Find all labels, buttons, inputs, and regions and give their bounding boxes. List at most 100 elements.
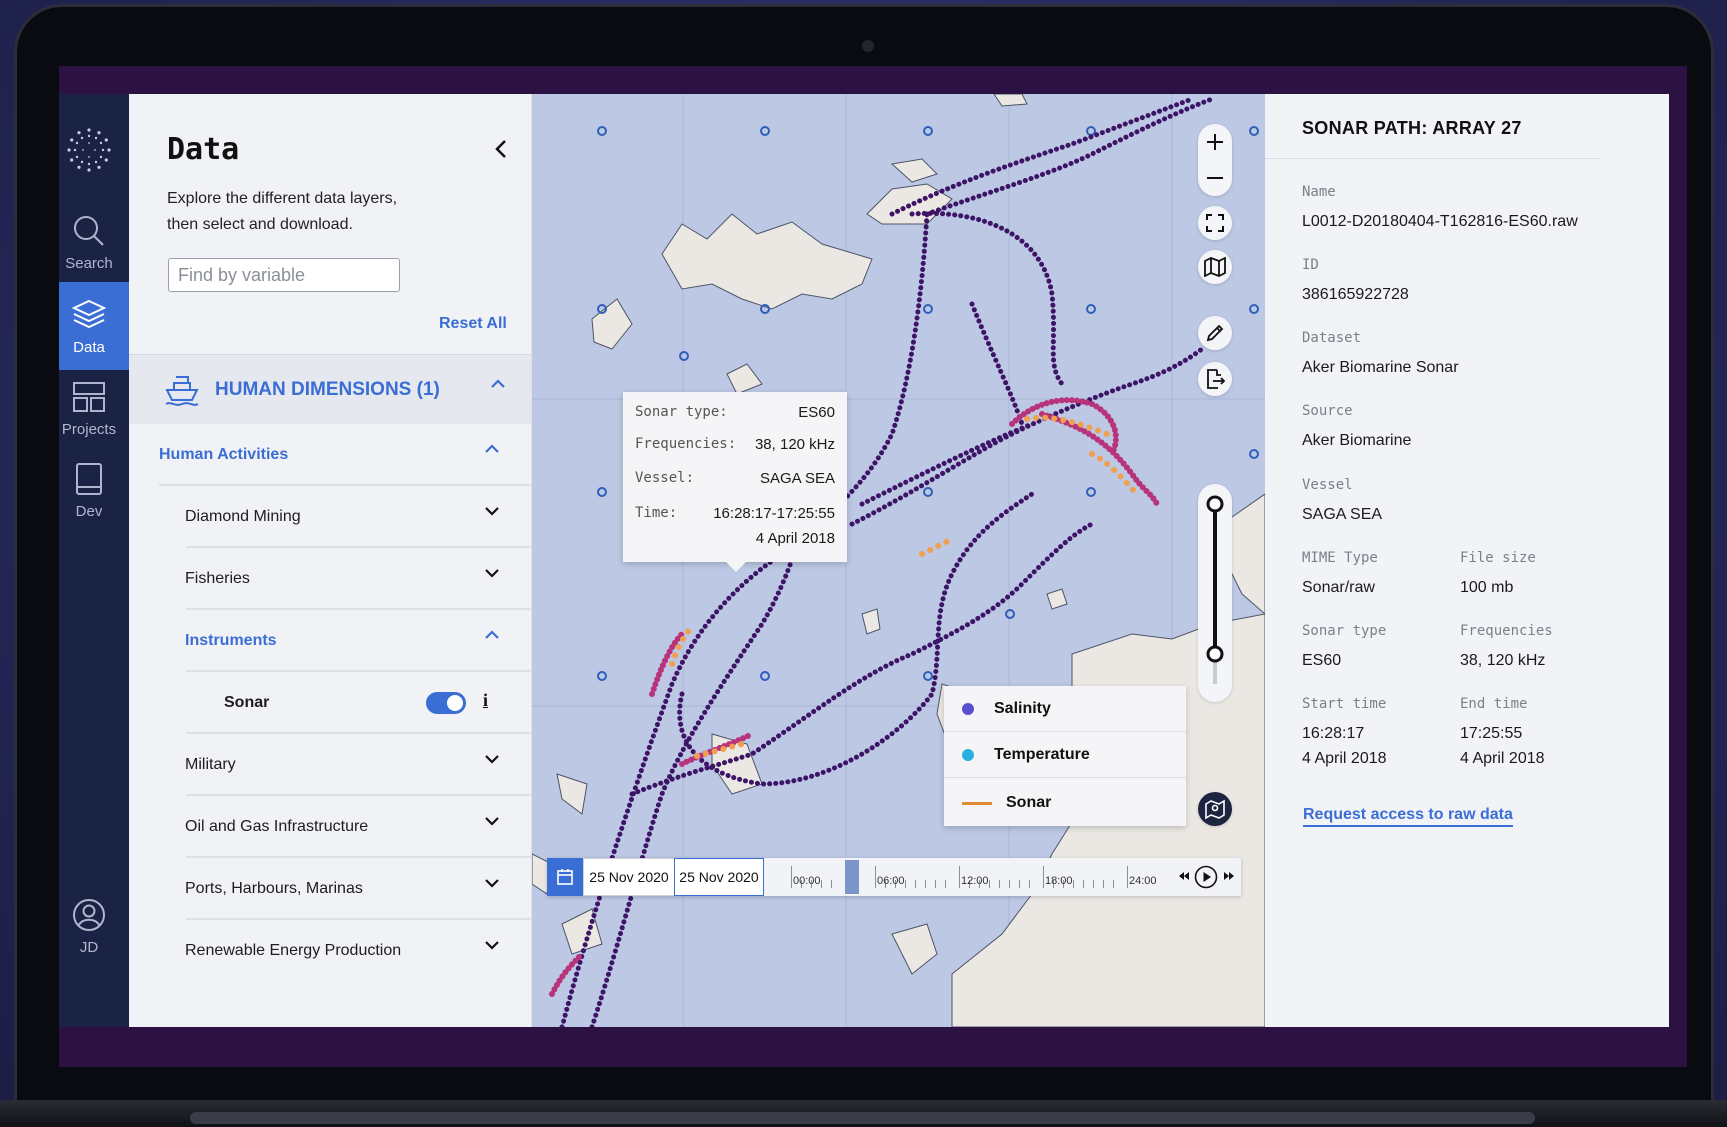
pencil-icon [1206,324,1224,342]
field-value: Aker Biomarine Sonar [1302,359,1459,376]
field-value: L0012-D20180404-T162816-ES60.raw [1302,213,1578,230]
variable-search-input[interactable] [168,258,400,292]
category-diamond-mining[interactable]: Diamond Mining [129,486,531,548]
legend-item-sonar[interactable]: Sonar [944,780,1186,826]
fast-forward-icon[interactable] [1222,869,1236,883]
category-human-activities[interactable]: Human Activities [129,424,531,486]
category-oil-gas[interactable]: Oil and Gas Infrastructure [129,796,531,858]
tooltip-key: Time: [635,505,678,521]
category-military[interactable]: Military [129,734,531,796]
field-end-time: End time 17:25:55 4 April 2018 [1460,696,1545,771]
request-access-link[interactable]: Request access to raw data [1303,806,1513,827]
field-sonar-type: Sonar type ES60 [1302,623,1386,673]
chevron-down-icon [485,569,499,578]
draw-button[interactable] [1198,316,1232,350]
category-fisheries[interactable]: Fisheries [129,548,531,610]
sonar-tooltip: Sonar type: ES60 Frequencies: 38, 120 kHz … [623,392,847,572]
legend-label: Sonar [1006,794,1052,811]
calendar-button[interactable] [547,858,583,896]
ship-icon [165,375,199,406]
category-renewable[interactable]: Renewable Energy Production [129,920,531,982]
calendar-icon [557,869,573,885]
field-label: Dataset [1302,330,1362,346]
salinity-swatch [962,702,974,715]
category-label: Fisheries [185,570,250,587]
depth-slider[interactable] [1198,484,1232,702]
tooltip-value: 38, 120 kHz [754,436,835,453]
depth-slider-track[interactable] [1198,484,1232,702]
category-instruments[interactable]: Instruments [129,610,531,672]
info-icon[interactable]: i [483,690,488,711]
map-legend: Salinity Temperature Sonar [944,686,1186,826]
category-label: Military [185,756,236,773]
field-value: 16:28:17 [1302,725,1365,742]
divider [1265,158,1599,159]
collapse-panel-button[interactable] [486,134,516,164]
legend-item-salinity[interactable]: Salinity [944,686,1186,732]
field-label: MIME Type [1302,550,1378,566]
timeline-hour-label: 00:00 [793,875,821,887]
camera-dot [862,40,874,52]
export-icon [1207,369,1226,389]
legend-label: Temperature [994,745,1090,763]
book-icon [76,462,102,495]
nav-user[interactable]: JD [59,882,129,970]
field-value: 17:25:55 [1460,725,1523,742]
chevron-down-icon [485,817,499,826]
nav-dev[interactable]: Dev [59,446,129,534]
field-source: Source Aker Biomarine [1302,403,1411,453]
export-button[interactable] [1198,362,1232,396]
legend-label: Salinity [994,699,1051,717]
timeline-selection[interactable] [845,860,859,894]
field-label: Frequencies [1460,623,1553,639]
end-date-field[interactable]: 25 Nov 2020 [674,858,764,896]
tooltip-value: 16:28:17-17:25:55 [713,505,835,522]
category-label: Oil and Gas Infrastructure [185,818,369,835]
sonar-toggle[interactable] [426,692,466,714]
field-label: End time [1460,696,1528,712]
tooltip-value: 4 April 2018 [755,530,835,547]
chevron-up-icon [485,444,499,453]
category-ports[interactable]: Ports, Harbours, Marinas [129,858,531,920]
app-logo [67,128,111,172]
tooltip-value: ES60 [798,404,835,421]
fullscreen-icon [1206,214,1224,232]
nav-search[interactable]: Search [59,198,129,286]
nav-search-label: Search [65,254,113,272]
field-label: Vessel [1302,477,1353,493]
section-human-dimensions[interactable]: HUMAN DIMENSIONS (1) [129,354,531,424]
basemap-button[interactable] [1198,250,1232,284]
zoom-controls [1198,124,1232,196]
nav-projects[interactable]: Projects [59,364,129,452]
chevron-down-icon [485,507,499,516]
detail-panel: SONAR PATH: ARRAY 27 Name L0012-D2018040… [1265,94,1599,1027]
field-vessel: Vessel SAGA SEA [1302,477,1382,527]
detail-title: SONAR PATH: ARRAY 27 [1302,118,1522,138]
field-label: Start time [1302,696,1387,712]
fullscreen-button[interactable] [1198,206,1232,240]
field-label: ID [1302,257,1319,273]
play-icon[interactable] [1194,865,1218,889]
zoom-in-icon[interactable] [1205,132,1225,152]
field-label: File size [1460,550,1536,566]
chevron-down-icon [485,879,499,888]
search-icon [74,215,104,246]
start-date-field[interactable]: 25 Nov 2020 [583,858,675,896]
legend-item-temperature[interactable]: Temperature [944,732,1186,778]
field-mime-type: MIME Type Sonar/raw [1302,550,1378,600]
category-label: Renewable Energy Production [185,942,402,959]
map-view[interactable]: Sonar type: ES60 Frequencies: 38, 120 kHz … [532,94,1265,1027]
zoom-out-icon[interactable] [1205,168,1225,188]
chevron-down-icon [485,755,499,764]
projects-icon [73,381,105,412]
map-layers-button[interactable] [1198,792,1232,826]
category-label: Human Activities [159,446,289,463]
nav-data[interactable]: Data [59,282,129,370]
rewind-icon[interactable] [1177,869,1191,883]
user-initials: JD [79,938,99,956]
reset-all-link[interactable]: Reset All [439,315,507,333]
panel-description: Explore the different data layers, then … [167,190,398,233]
tooltip-key: Frequencies: [635,436,737,452]
category-label: Instruments [185,632,277,649]
field-label: Source [1302,403,1353,419]
